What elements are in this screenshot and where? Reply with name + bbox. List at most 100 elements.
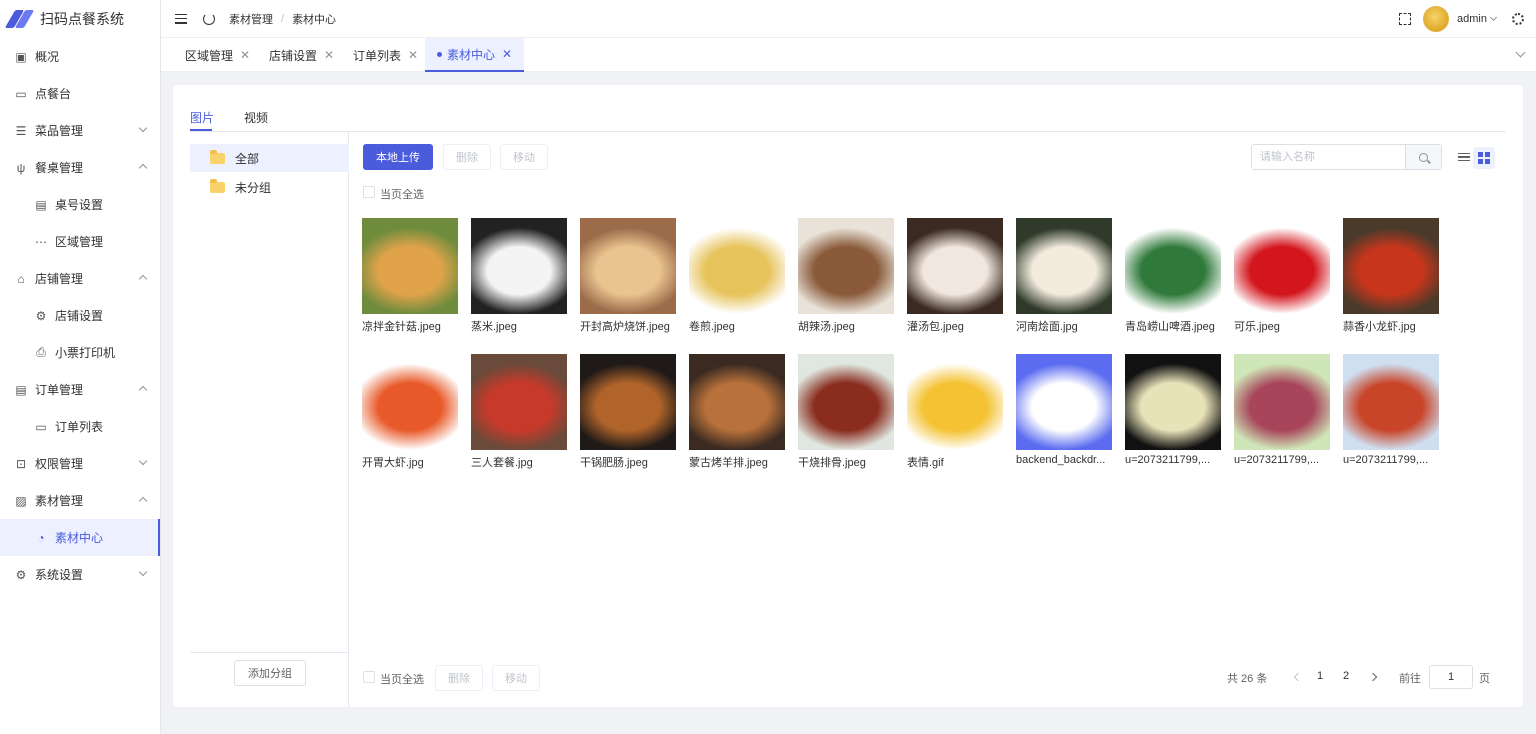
image-item[interactable]: 胡辣汤.jpeg bbox=[798, 218, 894, 334]
image-thumbnail[interactable] bbox=[580, 354, 676, 450]
image-item[interactable]: 卷煎.jpeg bbox=[689, 218, 785, 334]
image-item[interactable]: 表情.gif bbox=[907, 354, 1003, 470]
sidebar-item[interactable]: ⎙ 小票打印机 bbox=[0, 334, 160, 371]
image-thumbnail[interactable] bbox=[798, 354, 894, 450]
hamburger-icon[interactable] bbox=[175, 13, 187, 24]
image-thumbnail[interactable] bbox=[907, 354, 1003, 450]
image-thumbnail[interactable] bbox=[362, 354, 458, 450]
image-thumbnail[interactable] bbox=[471, 218, 567, 314]
image-item[interactable]: 蒜香小龙虾.jpg bbox=[1343, 218, 1439, 334]
goto-page-input[interactable]: 1 bbox=[1429, 665, 1473, 689]
list-view-icon[interactable] bbox=[1454, 147, 1474, 167]
page-tab[interactable]: 订单列表 ✕ bbox=[353, 38, 418, 72]
avatar[interactable] bbox=[1423, 6, 1450, 32]
image-name: 灌汤包.jpeg bbox=[907, 321, 964, 333]
delete-button[interactable]: 删除 bbox=[443, 144, 491, 170]
sidebar-item[interactable]: ▭ 订单列表 bbox=[0, 408, 160, 445]
image-item[interactable]: 干锅肥肠.jpeg bbox=[580, 354, 676, 470]
image-item[interactable]: 灌汤包.jpeg bbox=[907, 218, 1003, 334]
select-all-checkbox-bottom[interactable] bbox=[363, 671, 375, 683]
sidebar-item[interactable]: ▣ 概况 bbox=[0, 38, 160, 75]
image-thumbnail[interactable] bbox=[689, 218, 785, 314]
chevron-left-icon[interactable] bbox=[1293, 672, 1303, 682]
page-number[interactable]: 1 bbox=[1317, 670, 1323, 682]
search-button[interactable] bbox=[1405, 145, 1441, 169]
group-item-ungrouped[interactable]: 未分组 bbox=[190, 173, 349, 201]
image-item[interactable]: 河南烩面.jpg bbox=[1016, 218, 1112, 334]
image-thumbnail[interactable] bbox=[1016, 354, 1112, 450]
sidebar-item[interactable]: ▤ 订单管理 bbox=[0, 371, 160, 408]
sidebar-item-label: 订单列表 bbox=[55, 420, 104, 434]
image-item[interactable]: u=2073211799,... bbox=[1234, 354, 1330, 466]
image-item[interactable]: u=2073211799,... bbox=[1125, 354, 1221, 466]
sidebar-item[interactable]: ⊡ 权限管理 bbox=[0, 445, 160, 482]
image-item[interactable]: 青岛崂山啤酒.jpeg bbox=[1125, 218, 1221, 334]
chevron-down-icon[interactable] bbox=[1515, 47, 1526, 58]
image-thumbnail[interactable] bbox=[1234, 218, 1330, 314]
image-item[interactable]: 蒙古烤羊排.jpeg bbox=[689, 354, 785, 470]
delete-button-bottom[interactable]: 删除 bbox=[435, 665, 483, 691]
page-tab[interactable]: 店铺设置 ✕ bbox=[269, 38, 334, 72]
image-item[interactable]: backend_backdr... bbox=[1016, 354, 1112, 466]
search-input[interactable] bbox=[1252, 145, 1406, 169]
sidebar: 扫码点餐系统 ▣ 概况 ▭ 点餐台 ☰ 菜品管理 ψ 餐桌管理 ▤ 桌号设置 ⋯ 区域管理 ⌂ 店铺管理 ⚙… bbox=[0, 0, 161, 734]
breadcrumb-item[interactable]: 素材管理 bbox=[229, 11, 273, 27]
sidebar-item-label: 素材中心 bbox=[55, 531, 104, 545]
image-thumbnail[interactable] bbox=[1234, 354, 1330, 450]
image-item[interactable]: 蒸米.jpeg bbox=[471, 218, 567, 334]
image-thumbnail[interactable] bbox=[1125, 218, 1221, 314]
move-button[interactable]: 移动 bbox=[500, 144, 548, 170]
tab-image[interactable]: 图片 bbox=[190, 109, 214, 126]
image-item[interactable]: u=2073211799,... bbox=[1343, 354, 1439, 466]
tab-video[interactable]: 视频 bbox=[244, 109, 268, 126]
image-item[interactable]: 三人套餐.jpg bbox=[471, 354, 567, 470]
sidebar-item-label: 小票打印机 bbox=[55, 346, 116, 360]
sidebar-item[interactable]: ψ 餐桌管理 bbox=[0, 149, 160, 186]
close-icon[interactable]: ✕ bbox=[502, 47, 512, 61]
add-group-button[interactable]: 添加分组 bbox=[234, 660, 306, 686]
close-icon[interactable]: ✕ bbox=[324, 48, 334, 62]
grid-view-icon[interactable] bbox=[1473, 147, 1495, 169]
sidebar-item[interactable]: ⚙ 店铺设置 bbox=[0, 297, 160, 334]
chevron-down-icon[interactable] bbox=[1489, 13, 1498, 22]
sidebar-item[interactable]: ▨ 素材管理 bbox=[0, 482, 160, 519]
gear-icon: ⚙ bbox=[35, 308, 47, 323]
sidebar-item[interactable]: ◔ 素材中心 bbox=[0, 519, 160, 556]
page-number[interactable]: 2 bbox=[1343, 670, 1349, 682]
image-thumbnail[interactable] bbox=[1343, 218, 1439, 314]
chevron-down-icon bbox=[138, 456, 148, 466]
image-thumbnail[interactable] bbox=[580, 218, 676, 314]
image-item[interactable]: 开封高炉烧饼.jpeg bbox=[580, 218, 676, 334]
group-item-all[interactable]: 全部 bbox=[190, 144, 349, 172]
upload-button[interactable]: 本地上传 bbox=[363, 144, 433, 170]
image-thumbnail[interactable] bbox=[1016, 218, 1112, 314]
user-name[interactable]: admin bbox=[1457, 13, 1487, 25]
page-tab[interactable]: 素材中心 ✕ bbox=[425, 38, 525, 72]
gear-icon[interactable] bbox=[1512, 13, 1524, 25]
move-button-bottom[interactable]: 移动 bbox=[492, 665, 540, 691]
image-thumbnail[interactable] bbox=[1343, 354, 1439, 450]
image-item[interactable]: 可乐.jpeg bbox=[1234, 218, 1330, 334]
fullscreen-icon[interactable] bbox=[1399, 13, 1412, 25]
image-item[interactable]: 开胃大虾.jpg bbox=[362, 354, 458, 470]
image-item[interactable]: 凉拌金针菇.jpeg bbox=[362, 218, 458, 334]
select-all-checkbox[interactable] bbox=[363, 186, 375, 198]
sidebar-item[interactable]: ⌂ 店铺管理 bbox=[0, 260, 160, 297]
image-thumbnail[interactable] bbox=[689, 354, 785, 450]
chevron-right-icon[interactable] bbox=[1368, 672, 1378, 682]
sidebar-item[interactable]: ⋯ 区域管理 bbox=[0, 223, 160, 260]
image-item[interactable]: 干烧排骨.jpeg bbox=[798, 354, 894, 470]
page-tab[interactable]: 区域管理 ✕ bbox=[185, 38, 250, 72]
sidebar-item[interactable]: ⚙ 系统设置 bbox=[0, 556, 160, 593]
close-icon[interactable]: ✕ bbox=[408, 48, 418, 62]
sidebar-item[interactable]: ☰ 菜品管理 bbox=[0, 112, 160, 149]
refresh-icon[interactable] bbox=[203, 12, 215, 25]
image-thumbnail[interactable] bbox=[471, 354, 567, 450]
sidebar-item[interactable]: ▭ 点餐台 bbox=[0, 75, 160, 112]
image-thumbnail[interactable] bbox=[798, 218, 894, 314]
close-icon[interactable]: ✕ bbox=[240, 48, 250, 62]
image-thumbnail[interactable] bbox=[1125, 354, 1221, 450]
image-thumbnail[interactable] bbox=[362, 218, 458, 314]
image-thumbnail[interactable] bbox=[907, 218, 1003, 314]
sidebar-item[interactable]: ▤ 桌号设置 bbox=[0, 186, 160, 223]
